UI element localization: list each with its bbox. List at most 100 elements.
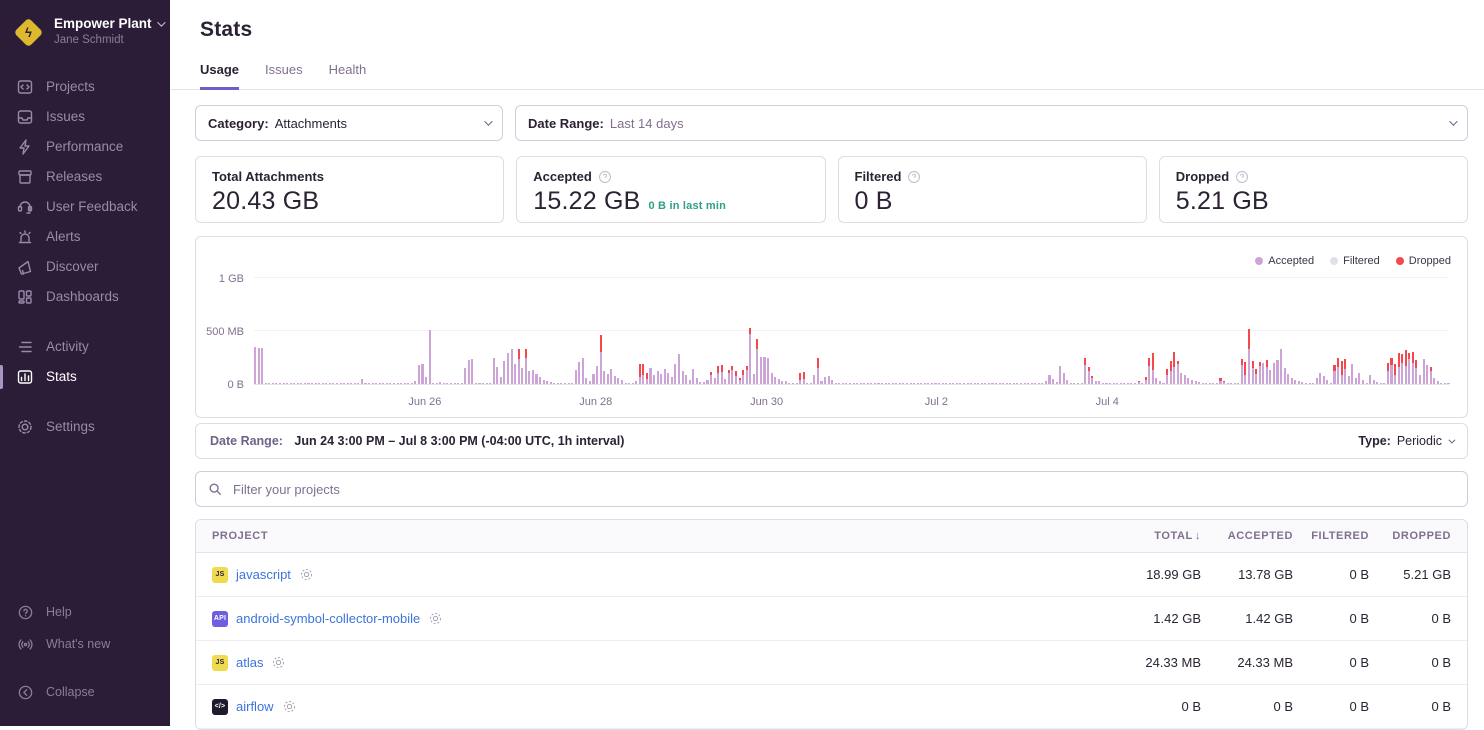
chart-bar[interactable]: [457, 383, 459, 384]
chart-bar[interactable]: [1337, 358, 1339, 384]
chart-bar[interactable]: [1170, 361, 1172, 384]
chart-bar[interactable]: [1291, 378, 1293, 384]
chart-bar[interactable]: [468, 360, 470, 384]
chart-bar[interactable]: [1255, 369, 1257, 384]
sidebar-item-dashboards[interactable]: Dashboards: [0, 282, 170, 312]
chart-bar[interactable]: [967, 383, 969, 384]
help-circle-icon[interactable]: [1235, 170, 1249, 184]
legend-item-accepted[interactable]: Accepted: [1255, 255, 1314, 267]
tab-health[interactable]: Health: [329, 62, 367, 90]
chart-bar[interactable]: [550, 382, 552, 384]
chart-bar[interactable]: [400, 383, 402, 384]
chart-bar[interactable]: [657, 371, 659, 384]
chart-bar[interactable]: [970, 383, 972, 384]
chart-bar[interactable]: [1212, 383, 1214, 384]
chart-bar[interactable]: [1102, 383, 1104, 384]
chart-bar[interactable]: [760, 357, 762, 384]
chart-bar[interactable]: [959, 383, 961, 384]
chart-bar[interactable]: [845, 383, 847, 384]
chart-bar[interactable]: [1237, 383, 1239, 384]
chart-bar[interactable]: [917, 383, 919, 384]
chart-bar[interactable]: [1081, 383, 1083, 384]
chart-bar[interactable]: [674, 364, 676, 384]
chart-bar[interactable]: [1013, 383, 1015, 384]
chart-bar[interactable]: [1398, 353, 1400, 384]
chart-bar[interactable]: [386, 383, 388, 384]
chart-bar[interactable]: [785, 381, 787, 384]
chart-bar[interactable]: [810, 383, 812, 384]
chart-bar[interactable]: [357, 383, 359, 384]
chart-bar[interactable]: [1041, 383, 1043, 384]
sidebar-item-activity[interactable]: Activity: [0, 332, 170, 362]
chart-bar[interactable]: [450, 383, 452, 384]
chart-bar[interactable]: [1355, 378, 1357, 384]
chart-bar[interactable]: [425, 377, 427, 384]
chart-bar[interactable]: [336, 383, 338, 384]
chart-bar[interactable]: [1415, 360, 1417, 384]
chart-bar[interactable]: [600, 335, 602, 384]
chart-bar[interactable]: [828, 376, 830, 384]
chart-bar[interactable]: [1269, 370, 1271, 384]
sidebar-item-performance[interactable]: Performance: [0, 132, 170, 162]
chart-bar[interactable]: [518, 349, 520, 384]
chart-bar[interactable]: [1027, 383, 1029, 384]
chart-bar[interactable]: [1373, 380, 1375, 384]
chart-bar[interactable]: [1294, 380, 1296, 384]
project-link[interactable]: atlas: [236, 655, 263, 670]
chart-bar[interactable]: [1056, 382, 1058, 384]
chart-bar[interactable]: [924, 383, 926, 384]
chart-bar[interactable]: [984, 383, 986, 384]
chart-bar[interactable]: [1358, 373, 1360, 384]
chart-bar[interactable]: [885, 383, 887, 384]
chart-bar[interactable]: [596, 366, 598, 384]
chart-bar[interactable]: [279, 383, 281, 384]
chart-bar[interactable]: [478, 383, 480, 384]
chart-bar[interactable]: [1198, 382, 1200, 384]
chart-bar[interactable]: [642, 364, 644, 384]
chart-bar[interactable]: [1006, 383, 1008, 384]
chart-bar[interactable]: [831, 380, 833, 384]
chart-bar[interactable]: [742, 370, 744, 384]
chart-bar[interactable]: [689, 380, 691, 384]
chart-bar[interactable]: [1426, 365, 1428, 384]
chart-bar[interactable]: [1095, 381, 1097, 384]
chart-bar[interactable]: [1048, 375, 1050, 384]
chart-bar[interactable]: [756, 339, 758, 384]
chart-bar[interactable]: [407, 383, 409, 384]
chart-bar[interactable]: [735, 371, 737, 384]
chart-bar[interactable]: [728, 370, 730, 384]
chart-bar[interactable]: [1223, 381, 1225, 384]
sidebar-item-help[interactable]: Help: [0, 596, 170, 628]
chart-bar[interactable]: [503, 361, 505, 384]
chart-bar[interactable]: [1316, 378, 1318, 384]
chart-bar[interactable]: [482, 383, 484, 384]
chart-bar[interactable]: [603, 371, 605, 384]
chart-bar[interactable]: [1113, 383, 1115, 384]
chart-bar[interactable]: [739, 378, 741, 384]
chart-bar[interactable]: [379, 383, 381, 384]
chart-bar[interactable]: [1252, 361, 1254, 384]
help-circle-icon[interactable]: [907, 170, 921, 184]
chart-bar[interactable]: [1063, 373, 1065, 384]
sidebar-item-whats-new[interactable]: What's new: [0, 628, 170, 660]
chart-bar[interactable]: [635, 381, 637, 384]
chart-bar[interactable]: [1002, 383, 1004, 384]
sidebar-item-alerts[interactable]: Alerts: [0, 222, 170, 252]
chart-bar[interactable]: [1408, 353, 1410, 384]
chart-bar[interactable]: [1195, 381, 1197, 384]
chart-bar[interactable]: [1187, 378, 1189, 384]
chart-bar[interactable]: [1383, 383, 1385, 384]
chart-bar[interactable]: [892, 383, 894, 384]
chart-bar[interactable]: [649, 368, 651, 384]
chart-bar[interactable]: [870, 383, 872, 384]
chart-bar[interactable]: [949, 383, 951, 384]
chart-bar[interactable]: [322, 383, 324, 384]
chart-bar[interactable]: [1330, 383, 1332, 384]
chart-bar[interactable]: [571, 383, 573, 384]
chart-bar[interactable]: [546, 381, 548, 384]
sidebar-item-releases[interactable]: Releases: [0, 162, 170, 192]
chart-bar[interactable]: [746, 366, 748, 384]
chart-bar[interactable]: [1123, 383, 1125, 384]
chart-bar[interactable]: [881, 383, 883, 384]
chart-bar[interactable]: [1134, 383, 1136, 384]
